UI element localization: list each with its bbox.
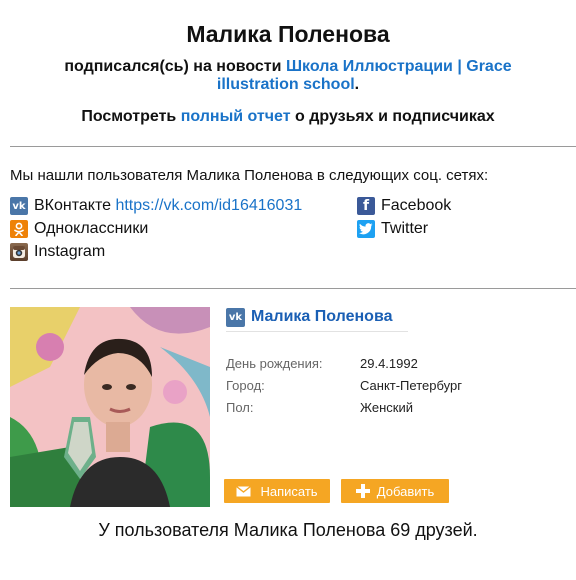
vk-icon: vk — [10, 197, 28, 215]
city-value: Санкт-Петербург — [360, 377, 462, 393]
profile-divider — [226, 331, 408, 332]
network-vk: vk ВКонтакте https://vk.com/id16416031 — [10, 197, 357, 215]
found-text: Мы нашли пользователя Малика Поленова в … — [10, 167, 489, 184]
vk-profile-link[interactable]: https://vk.com/id16416031 — [115, 197, 302, 215]
vk-label: ВКонтакте — [34, 197, 111, 214]
instagram-label: Instagram — [34, 243, 106, 260]
subscription-line: подписался(сь) на новости Школа Иллюстра… — [38, 58, 538, 94]
birthday-row: День рождения: 29.4.1992 — [226, 352, 462, 374]
birthday-label: День рождения: — [226, 355, 323, 371]
odnoklassniki-icon — [10, 220, 28, 238]
friends-count-text: У пользователя Малика Поленова 69 друзей… — [98, 520, 478, 540]
network-instagram[interactable]: Instagram — [10, 243, 357, 261]
report-line: Посмотреть полный отчет о друзьях и подп… — [0, 108, 576, 126]
add-button-label: Добавить — [376, 483, 435, 499]
header: Малика Поленова подписался(сь) на новост… — [0, 20, 576, 126]
gender-value: Женский — [360, 399, 413, 415]
write-message-button[interactable]: Написать — [224, 479, 330, 503]
envelope-icon — [236, 485, 252, 497]
report-suffix: о друзьях и подписчиках — [295, 108, 495, 125]
gender-row: Пол: Женский — [226, 396, 462, 418]
twitter-label: Twitter — [381, 220, 429, 237]
profile-card: vk Малика Поленова День рождения: 29.4.1… — [0, 307, 576, 517]
vk-icon: vk — [226, 307, 245, 327]
twitter-icon — [357, 220, 375, 238]
add-friend-button[interactable]: Добавить — [341, 479, 449, 503]
social-networks: vk ВКонтакте https://vk.com/id16416031 f… — [10, 197, 576, 261]
facebook-label: Facebook — [381, 197, 452, 214]
profile-name-text: Малика Поленова — [251, 308, 393, 325]
divider — [10, 288, 576, 289]
plus-icon — [355, 484, 370, 498]
full-report-link[interactable]: полный отчет — [181, 108, 291, 125]
city-label: Город: — [226, 377, 265, 393]
city-row: Город: Санкт-Петербург — [226, 374, 462, 396]
write-button-label: Написать — [260, 483, 318, 499]
divider — [10, 146, 576, 147]
report-prefix: Посмотреть — [81, 108, 177, 125]
gender-label: Пол: — [226, 399, 254, 415]
network-ok[interactable]: Одноклассники — [10, 220, 357, 238]
facebook-icon: f — [357, 197, 375, 215]
network-twitter[interactable]: Twitter — [357, 220, 557, 238]
ok-label: Одноклассники — [34, 220, 149, 237]
profile-info: День рождения: 29.4.1992 Город: Санкт-Пе… — [226, 352, 462, 418]
subscribed-text: подписался(сь) на новости — [64, 58, 282, 75]
instagram-icon — [10, 243, 28, 261]
period: . — [354, 76, 360, 93]
profile-photo[interactable] — [10, 307, 210, 507]
profile-name[interactable]: vk Малика Поленова — [226, 307, 392, 327]
page-title: Малика Поленова — [186, 21, 390, 47]
network-facebook[interactable]: f Facebook — [357, 197, 557, 215]
birthday-value: 29.4.1992 — [360, 355, 418, 371]
